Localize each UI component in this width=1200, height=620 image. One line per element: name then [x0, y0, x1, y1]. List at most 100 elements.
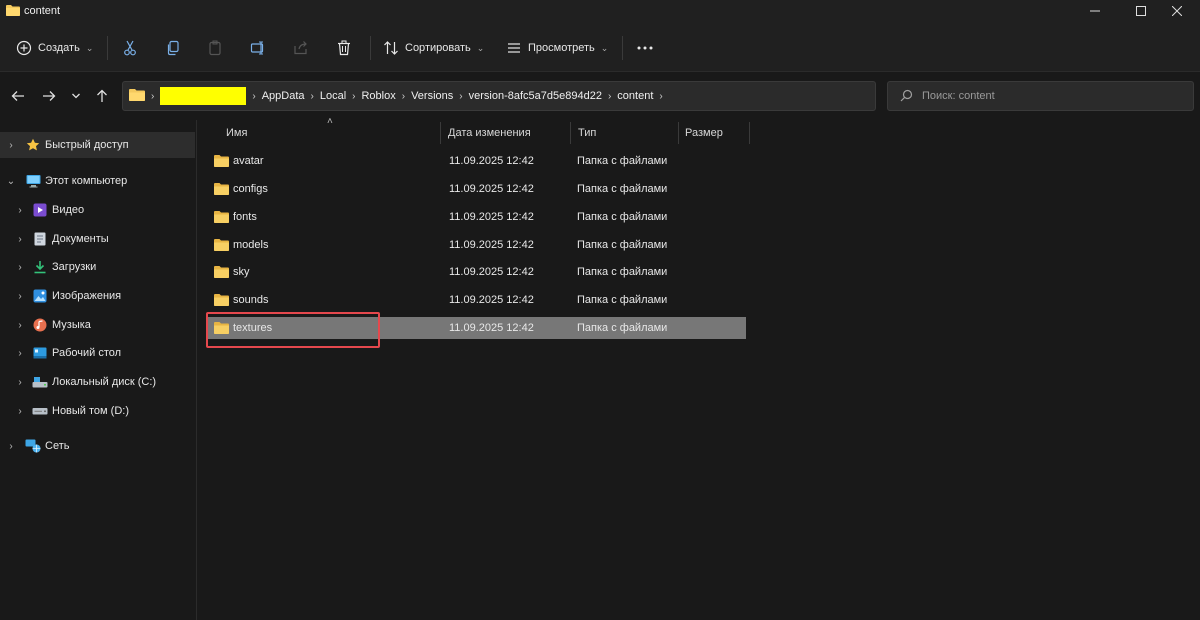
paste-button[interactable] — [207, 36, 223, 60]
chevron-right-icon[interactable]: › — [15, 377, 25, 388]
file-date: 11.09.2025 12:42 — [449, 239, 534, 251]
desktop-icon — [32, 345, 48, 361]
copy-icon — [167, 40, 179, 56]
sidebar-item-label: Видео — [52, 204, 85, 216]
address-row: › › AppData › Local › Roblox › Versions … — [0, 72, 1200, 120]
pictures-icon — [32, 288, 48, 304]
drive-icon — [32, 403, 48, 419]
chevron-right-icon: › — [310, 90, 314, 102]
table-row[interactable]: sky 11.09.2025 12:42 Папка с файлами — [208, 261, 746, 283]
chevron-right-icon[interactable]: › — [15, 348, 25, 359]
folder-icon — [214, 154, 229, 170]
forward-button[interactable] — [39, 86, 59, 106]
breadcrumb-appdata[interactable]: AppData — [262, 90, 305, 102]
breadcrumb-roblox[interactable]: Roblox — [361, 90, 395, 102]
sidebar-item-local-disk-c[interactable]: › Локальный диск (C:) — [0, 369, 195, 395]
sort-ascending-icon: ˄ — [327, 116, 333, 127]
column-header-date[interactable]: Дата изменения — [448, 120, 531, 146]
file-name: fonts — [233, 211, 257, 223]
breadcrumb-version[interactable]: version-8afc5a7d5e894d22 — [469, 90, 602, 102]
chevron-right-icon[interactable]: › — [15, 234, 25, 245]
file-type: Папка с файлами — [577, 322, 668, 334]
more-button[interactable] — [636, 36, 654, 60]
chevron-right-icon[interactable]: › — [15, 320, 25, 331]
column-divider[interactable] — [440, 122, 441, 144]
share-icon — [294, 41, 307, 55]
up-button[interactable] — [92, 86, 112, 106]
column-divider[interactable] — [678, 122, 679, 144]
chevron-right-icon[interactable]: › — [15, 262, 25, 273]
folder-icon — [6, 4, 20, 19]
create-label: Создать — [38, 42, 80, 54]
sidebar-item-label: Рабочий стол — [52, 347, 122, 359]
folder-icon — [214, 182, 229, 198]
sidebar-item-documents[interactable]: › Документы — [0, 226, 195, 252]
table-row[interactable]: sounds 11.09.2025 12:42 Папка с файлами — [208, 289, 746, 311]
sort-button[interactable]: Сортировать ⌄ — [383, 36, 484, 60]
table-row[interactable]: configs 11.09.2025 12:42 Папка с файлами — [208, 178, 746, 200]
chevron-down-icon[interactable]: ⌄ — [6, 176, 16, 187]
breadcrumb-local[interactable]: Local — [320, 90, 346, 102]
table-row-selected[interactable]: textures 11.09.2025 12:42 Папка с файлам… — [208, 317, 746, 339]
sidebar-item-video[interactable]: › Видео — [0, 197, 195, 223]
breadcrumb-versions[interactable]: Versions — [411, 90, 453, 102]
column-divider[interactable] — [570, 122, 571, 144]
breadcrumb-content[interactable]: content — [617, 90, 653, 102]
cut-icon — [124, 40, 136, 56]
chevron-right-icon[interactable]: › — [15, 291, 25, 302]
create-button[interactable]: Создать ⌄ — [16, 36, 93, 60]
network-icon — [25, 438, 41, 454]
column-header-size[interactable]: Размер — [685, 120, 723, 146]
sidebar-item-new-volume-d[interactable]: › Новый том (D:) — [0, 398, 195, 424]
local-disk-icon — [32, 374, 48, 390]
chevron-right-icon: › — [352, 90, 356, 102]
sidebar-item-network[interactable]: › Сеть — [0, 433, 195, 459]
window-title: content — [24, 5, 61, 17]
sidebar-item-music[interactable]: › Музыка — [0, 312, 195, 338]
column-header-type[interactable]: Тип — [578, 120, 596, 146]
close-button[interactable] — [1154, 0, 1200, 22]
sidebar-item-downloads[interactable]: › Загрузки — [0, 254, 195, 280]
table-row[interactable]: models 11.09.2025 12:42 Папка с файлами — [208, 234, 746, 256]
view-button[interactable]: Просмотреть ⌄ — [506, 36, 608, 60]
search-icon — [900, 89, 913, 105]
toolbar-divider — [622, 36, 623, 60]
minimize-icon — [1090, 10, 1100, 12]
chevron-right-icon[interactable]: › — [6, 140, 16, 151]
address-bar[interactable]: › › AppData › Local › Roblox › Versions … — [122, 81, 987, 111]
chevron-down-icon: ⌄ — [476, 42, 485, 53]
minimize-button[interactable] — [1072, 0, 1118, 22]
rename-button[interactable] — [250, 36, 266, 60]
back-button[interactable] — [8, 86, 28, 106]
title-bar: content — [0, 0, 1200, 24]
share-button[interactable] — [293, 36, 309, 60]
search-input[interactable] — [922, 86, 1182, 106]
cut-button[interactable] — [122, 36, 138, 60]
chevron-right-icon[interactable]: › — [6, 441, 16, 452]
file-type: Папка с файлами — [577, 294, 668, 306]
chevron-right-icon[interactable]: › — [15, 205, 25, 216]
table-row[interactable]: avatar 11.09.2025 12:42 Папка с файлами — [208, 150, 746, 172]
chevron-right-icon[interactable]: › — [15, 406, 25, 417]
table-row[interactable]: fonts 11.09.2025 12:42 Папка с файлами — [208, 206, 746, 228]
file-name: sky — [233, 266, 250, 278]
sidebar-item-quick-access[interactable]: › Быстрый доступ — [0, 132, 195, 158]
delete-button[interactable] — [336, 36, 352, 60]
navigation-pane: › Быстрый доступ ⌄ Этот компьютер › Виде… — [0, 120, 197, 620]
search-box[interactable] — [887, 81, 1194, 111]
sidebar-item-label: Загрузки — [52, 261, 97, 273]
column-header-name[interactable]: Имя — [226, 120, 247, 146]
sidebar-item-pictures[interactable]: › Изображения — [0, 283, 195, 309]
file-date: 11.09.2025 12:42 — [449, 294, 534, 306]
sidebar-item-desktop[interactable]: › Рабочий стол — [0, 340, 195, 366]
new-icon — [16, 40, 32, 56]
sidebar-item-this-pc[interactable]: ⌄ Этот компьютер — [0, 168, 195, 194]
chevron-down-icon: ⌄ — [600, 42, 609, 53]
recent-locations-button[interactable] — [66, 86, 86, 106]
column-divider[interactable] — [749, 122, 750, 144]
copy-button[interactable] — [165, 36, 181, 60]
file-name: textures — [233, 322, 273, 334]
folder-icon — [129, 88, 145, 104]
paste-icon — [209, 40, 221, 56]
command-bar: Создать ⌄ Сортировать ⌄ Просмотреть ⌄ — [0, 24, 1200, 72]
